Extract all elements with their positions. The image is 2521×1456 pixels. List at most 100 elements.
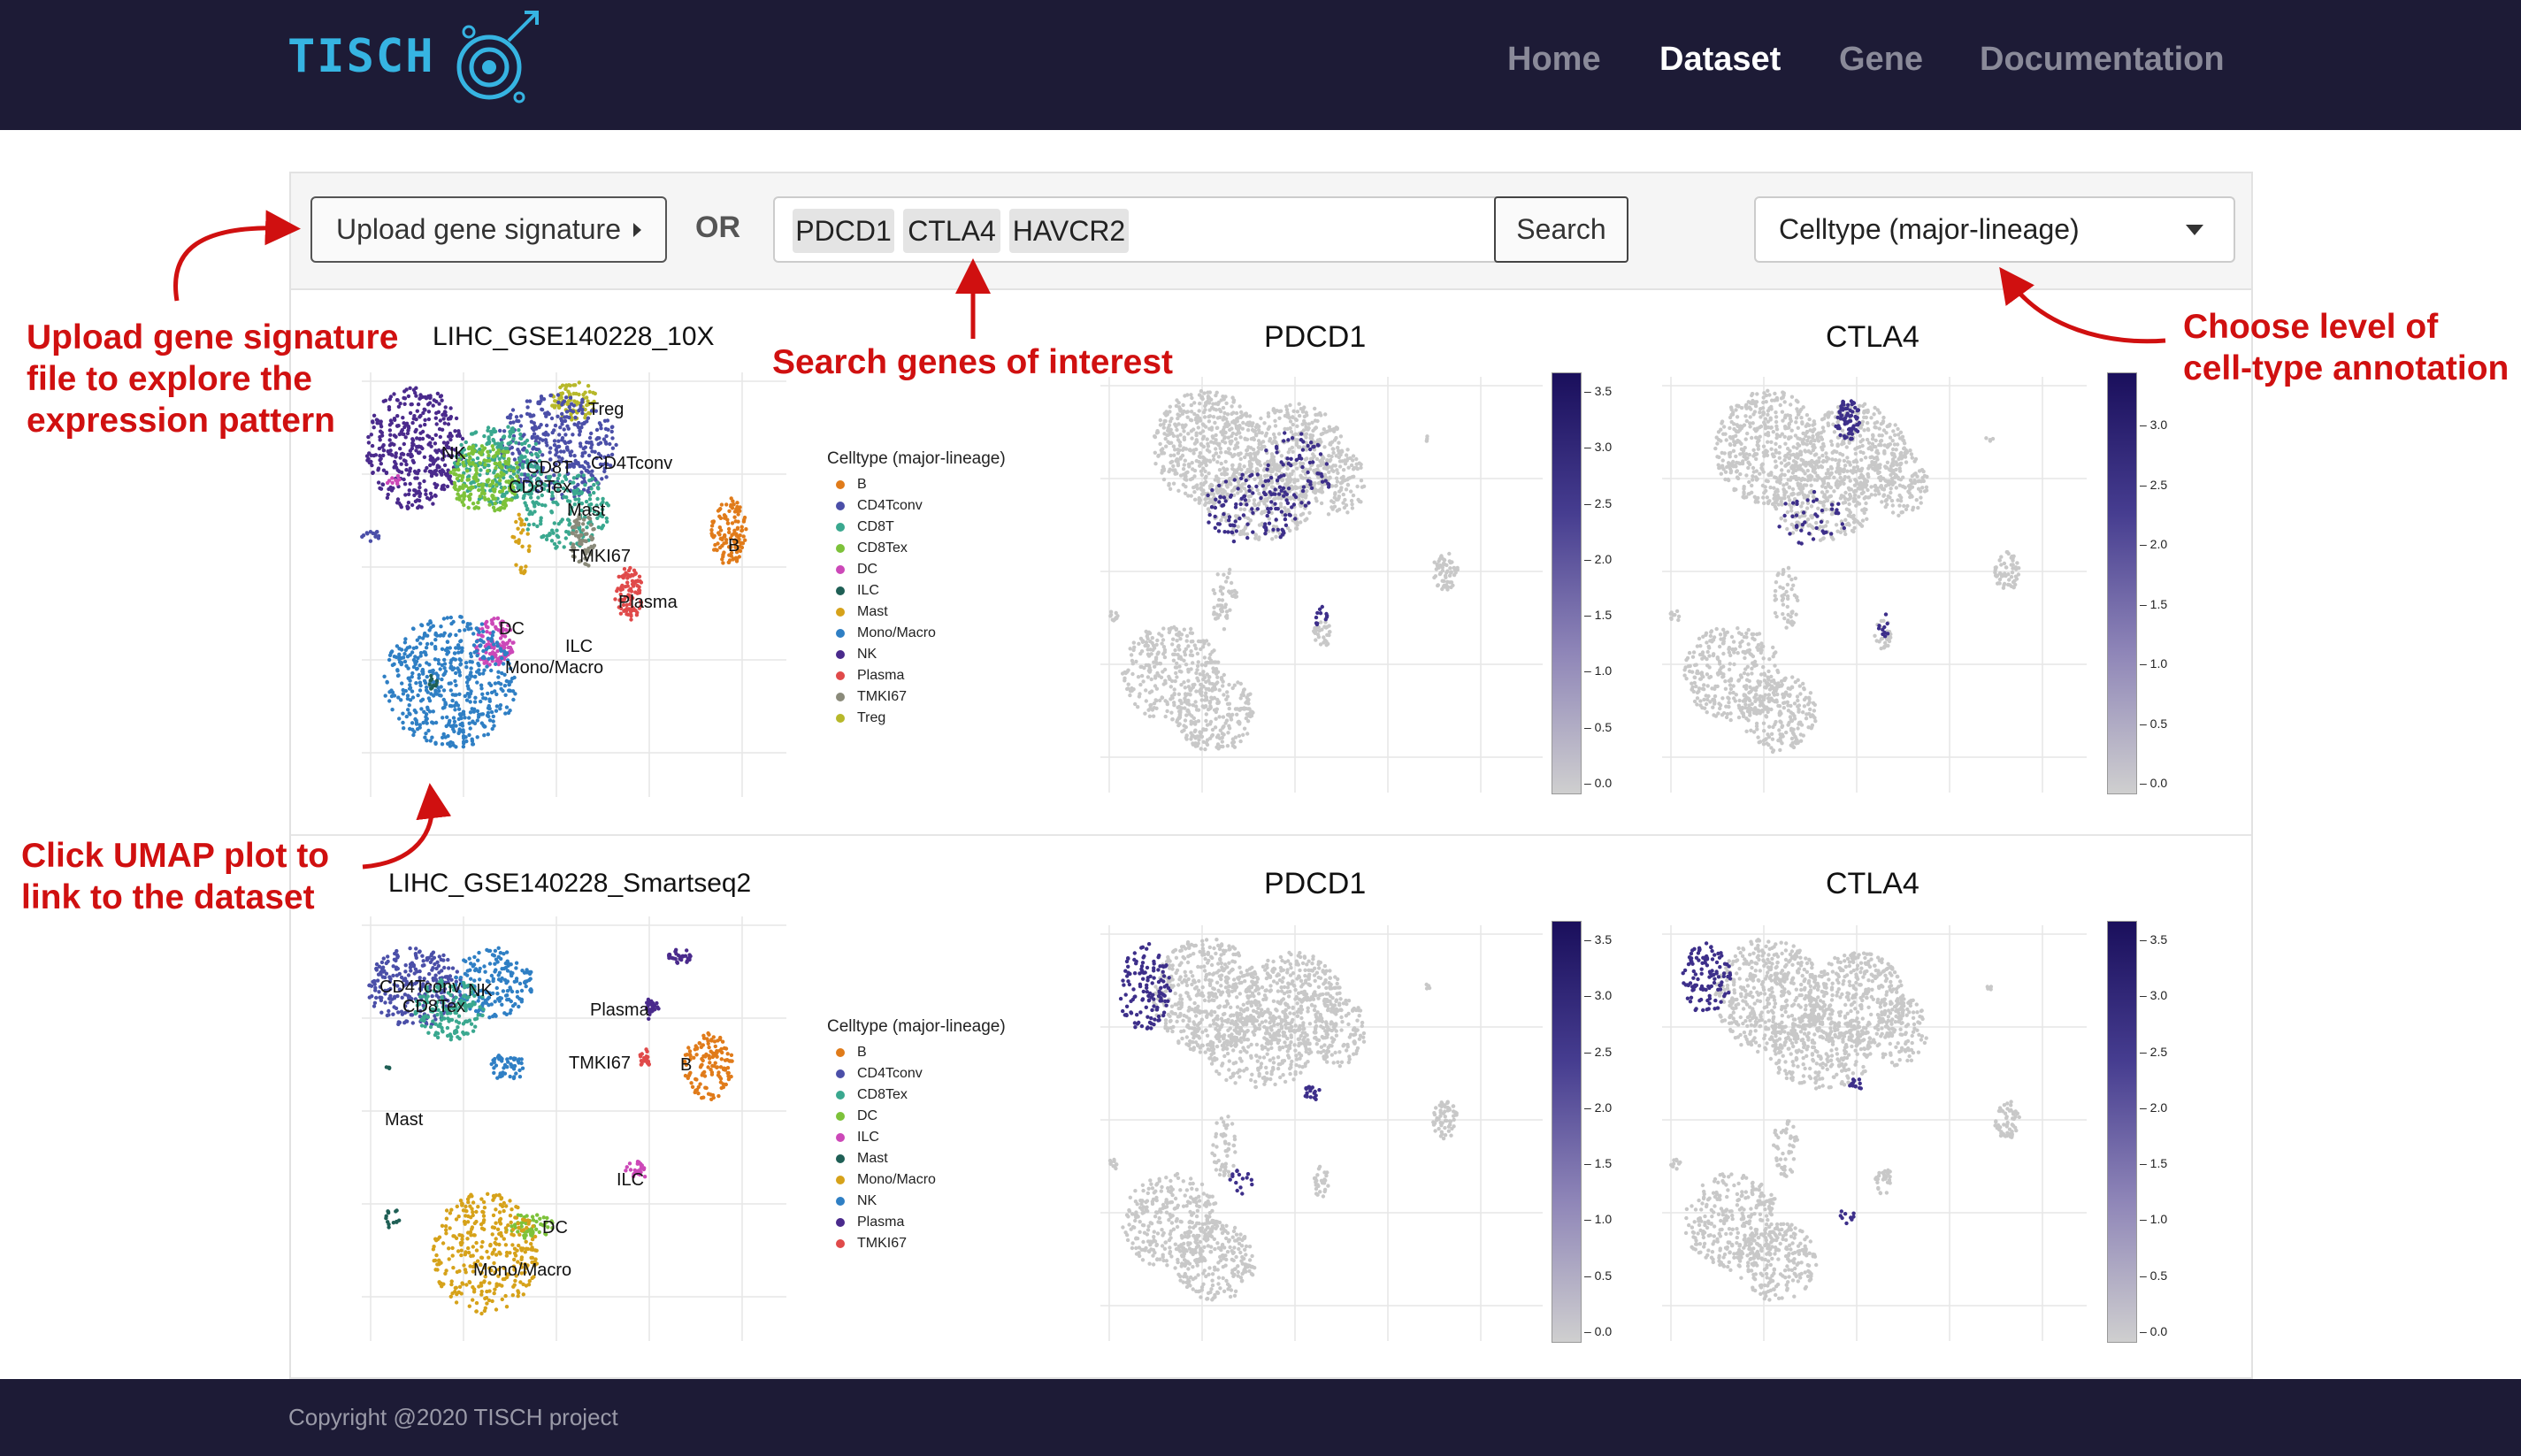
legend-item: CD8Tex [827,1084,1006,1106]
legend-label: DC [857,562,878,577]
legend-swatch [836,693,845,701]
cluster-label: NK [441,444,466,464]
cluster-label: Plasma [590,1000,650,1020]
colorbar-tick-label: – 1.5 [2140,1156,2168,1171]
legend-item: Mast [827,1148,1006,1169]
cell-points [1211,567,1239,632]
expression-colorbar [2107,372,2137,794]
colorbar-tick-label: – 3.5 [1584,932,1613,946]
legend-item: B [827,474,1006,495]
colorbar-tick-label: – 2.0 [2140,537,2168,551]
cluster-label: DC [542,1218,568,1238]
legend-label: B [857,477,867,492]
legend-label: ILC [857,583,879,598]
upload-gene-signature-button[interactable]: Upload gene signature [310,196,667,263]
celltype-legend: Celltype (major-lineage) B CD4Tconv CD8Tex D… [827,1017,1006,1254]
cell-points [1206,1009,1314,1090]
expression-colorbar [1552,372,1582,794]
legend-swatch [836,650,845,659]
legend-swatch [836,1239,845,1248]
legend-swatch [836,714,845,723]
legend-label: CD4Tconv [857,1066,923,1081]
cluster-label: ILC [565,637,593,656]
legend-label: Mast [857,1151,888,1166]
legend-swatch [836,1133,845,1142]
legend-label: TMKI67 [857,1236,908,1251]
cluster-label: CD8Tex [402,997,465,1016]
legend-item: CD8T [827,517,1006,538]
copyright-text: Copyright @2020 TISCH project [288,1404,618,1430]
cluster-label: CD4Tconv [379,977,461,997]
cluster-label: Mono/Macro [473,1261,571,1280]
legend-item: NK [827,644,1006,665]
legend-label: Plasma [857,668,905,683]
legend-swatch [836,1069,845,1078]
colorbar-tick-label: – 3.0 [2140,418,2168,432]
legend-swatch [836,1048,845,1057]
dataset-umap-plot[interactable]: Treg NK CD8TCD8Tex CD4Tconv Mast B TMKI67 Plasm… [353,364,795,806]
gene-search-input[interactable]: PDCD1 CTLA4 HAVCR2 [773,196,1569,263]
gene-chip[interactable]: CTLA4 [903,209,1000,253]
legend-item: CD4Tconv [827,1063,1006,1084]
cluster-points [510,512,532,576]
cell-points [1772,1119,1799,1178]
colorbar-tick-label: – 3.0 [1584,440,1613,455]
dataset-title[interactable]: LIHC_GSE140228_10X [433,322,715,352]
legend-label: Mast [857,604,888,619]
legend-label: Plasma [857,1215,905,1230]
colorbar-tick-label: – 2.0 [1584,551,1613,566]
colorbar-tick-label: – 3.0 [1584,988,1613,1003]
tisch-logo[interactable]: TISCH [287,5,544,111]
colorbar-tick-label: – 0.5 [1584,1268,1613,1283]
navbar: TISCH Home Dataset Gene Documentation [0,0,2521,130]
cell-points [1993,549,2021,590]
legend-label: Mono/Macro [857,1172,936,1187]
legend-label: CD4Tconv [857,498,923,513]
expression-colorbar [1552,921,1582,1343]
cluster-label: B [728,536,739,556]
gene-expression-umap [1662,377,2087,793]
brand-name: TISCH [287,30,435,83]
colorbar-tick-label: – 1.0 [2140,1212,2168,1227]
colorbar-tick-label: – 0.5 [1584,719,1613,734]
nav-documentation[interactable]: Documentation [1980,41,2225,79]
legend-item: Plasma [827,665,1006,686]
colorbar-tick-label: – 2.5 [2140,477,2168,492]
colorbar-tick-label: – 1.5 [1584,1156,1613,1171]
cluster-points [667,947,693,965]
cell-points [1312,1164,1330,1199]
nav-gene[interactable]: Gene [1839,41,1923,79]
annotation-search: Search genes of interest [772,343,1173,381]
celltype-level-select[interactable]: Celltype (major-lineage) [1754,196,2235,263]
cluster-label: CD8Tex [509,478,571,497]
legend-label: TMKI67 [857,689,908,704]
legend-item: DC [827,559,1006,580]
legend-swatch [836,1176,845,1184]
gene-expression-umap [1100,377,1543,793]
colorbar-tick-label: – 3.5 [2140,932,2168,946]
dataset-title[interactable]: LIHC_GSE140228_Smartseq2 [388,869,751,899]
cluster-label: DC [499,619,525,639]
colorbar-tick-label: – 0.5 [2140,716,2168,731]
gene-chip[interactable]: PDCD1 [793,209,894,253]
colorbar-tick-label: – 2.0 [2140,1100,2168,1115]
search-button[interactable]: Search [1494,196,1628,263]
legend-swatch [836,1197,845,1206]
gene-expression-umap [1662,925,2087,1341]
chevron-down-icon [2186,225,2203,235]
legend-label: CD8Tex [857,1087,908,1102]
celltype-select-value: Celltype (major-lineage) [1779,213,2080,245]
legend-item: Treg [827,708,1006,729]
colorbar-tick-label: – 0.0 [1584,1324,1613,1338]
legend-label: Mono/Macro [857,625,936,640]
nav-dataset[interactable]: Dataset [1659,41,1781,79]
cell-points [1668,609,1682,623]
legend-swatch [836,1154,845,1163]
nav-home[interactable]: Home [1507,41,1601,79]
dataset-umap-plot[interactable]: CD4Tconv NKCD8Tex Plasma TMKI67 B Mast ILC DC Mo… [353,908,795,1350]
legend-item: NK [827,1191,1006,1212]
cell-points [1424,982,1432,991]
cell-points [1121,1171,1222,1270]
expression-high-points [1228,1169,1254,1196]
gene-chip[interactable]: HAVCR2 [1009,209,1129,253]
